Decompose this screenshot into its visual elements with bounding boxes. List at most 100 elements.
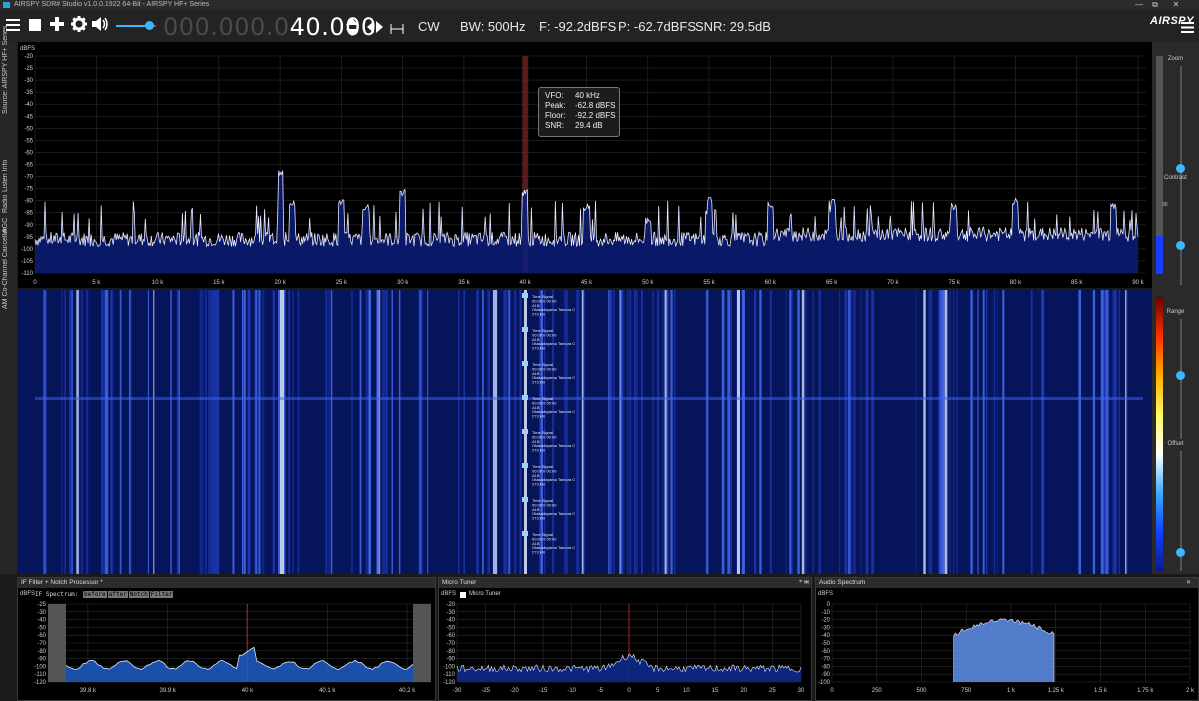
waterfall-line [487,290,491,574]
waterfall-line [928,290,931,574]
if-filter-panel-title: IF Filter + Notch Processor * [18,578,435,588]
offset-slider[interactable] [1176,451,1185,571]
close-audio-panel-icon[interactable]: ✕ [1186,579,1191,586]
y-tick-label: -25 [37,602,46,608]
tab-source[interactable]: Source: AIRSPY HF+ Series [2,26,15,114]
gear-icon[interactable] [69,16,89,36]
hamburger-icon[interactable] [1181,20,1194,38]
y-tick-label: -45 [24,114,33,120]
if-unit-label: dBFS [20,591,36,597]
waterfall-line [801,290,805,574]
micro-tuner-panel-title: Micro Tuner [439,578,811,588]
tab-am-co-channel-canceller[interactable]: AM Co-Channel Canceller [2,228,15,309]
waterfall-line [626,290,629,574]
y-tick-label: -75 [24,187,33,193]
x-tick-label: -20 [510,688,519,694]
minimize-button[interactable]: — [1131,0,1147,10]
x-tick-label: -10 [567,688,576,694]
y-tick-label: -50 [24,126,33,132]
x-tick-label: 10 [683,688,690,694]
waterfall-line [153,290,155,574]
range-label: Range [1166,309,1185,315]
waterfall-line [386,290,388,574]
tab-listen-info[interactable]: Listen Info [2,159,15,193]
waterfall-line [391,290,393,574]
signal-marker-icon [522,293,528,298]
mode-selector[interactable]: CW [418,19,440,34]
speaker-icon[interactable] [91,16,111,36]
waterfall-line [753,290,757,574]
floor-readout: F: -92.2dBFS [539,19,617,34]
chip-before[interactable]: before [82,591,107,598]
x-tick-label: 2 k [1186,688,1195,694]
waterfall-line [662,290,664,574]
waterfall-line [330,290,333,574]
range-slider[interactable] [1176,319,1185,439]
y-tick-label: -90 [37,657,46,663]
waterfall-line [199,290,202,574]
waterfall-line [359,290,362,574]
close-micro-panel-icon[interactable]: ✕ [803,579,808,586]
y-tick-label: -100 [34,664,47,670]
chip-after[interactable]: after [107,591,128,598]
tab-radio[interactable]: Radio [2,195,15,213]
spectrum-display[interactable]: dBFS -20 -25 -30 -35 -40 -45 -50 -55 -60 -65 -70 -75… [18,42,1152,288]
waterfall-line [272,290,276,574]
volume-slider[interactable] [116,21,156,30]
tune-leftright-icon[interactable] [366,20,384,39]
stop-button[interactable] [25,16,45,36]
pin-icon[interactable]: ⌖ [799,579,802,586]
waterfall-line [1030,290,1033,574]
span-icon[interactable] [390,21,404,39]
y-tick-label: -100 [818,680,831,686]
close-button[interactable]: ✕ [1168,0,1184,10]
maximize-button[interactable]: ⧉ [1147,0,1163,10]
x-tick-label: 25 k [336,280,348,286]
waterfall-line [1105,290,1109,574]
offset-label: Offset [1167,441,1184,447]
peak-readout: P: -62.7dBFS [618,19,697,34]
waterfall-line [849,290,852,574]
y-tick-label: -80 [446,649,455,655]
waterfall-line [297,290,300,574]
waterfall-line [232,290,235,574]
frequency-leading-digits[interactable]: 000.000.0 [163,13,290,41]
waterfall-line [78,290,80,574]
waterfall-line [216,290,220,574]
chip-filter[interactable]: Filter [149,591,174,598]
micro-tuner-checkbox[interactable] [460,592,466,598]
y-tick-label: -90 [24,223,33,229]
tune-updown-icon[interactable] [345,17,359,42]
x-tick-label: 30 k [397,280,409,286]
waterfall-line [1092,290,1096,574]
waterfall-line [76,290,79,574]
x-tick-label: 80 k [1010,280,1022,286]
if-spectrum-toolbar: IF Spectrum: before after Notch Filter [35,591,174,598]
y-tick-label: -50 [821,641,830,647]
waterfall-line [956,290,958,574]
toolbar: 000.000.040.000 CW BW: 500Hz F: -92.2dBF… [0,10,1199,42]
waterfall-line [633,290,636,574]
x-tick-label: 65 k [826,280,838,286]
add-button[interactable] [47,16,67,36]
waterfall-line [242,290,244,574]
signal-label: 273 km [532,516,546,521]
waterfall-line [657,290,660,574]
waterfall-display[interactable]: Time Signal 00:00:0 00:00 A1B Otakadoyama T… [18,290,1152,574]
waterfall-line [839,290,841,574]
signal-label: 273 km [532,482,546,487]
x-tick-label: -15 [539,688,548,694]
y-tick-label: -20 [821,618,830,624]
y-tick-label: -40 [24,102,33,108]
signal-marker-icon [522,429,528,434]
frequency-active-digits[interactable]: 40.000 [290,13,377,41]
chip-notch[interactable]: Notch [128,591,149,598]
waterfall-line [797,290,800,574]
waterfall-line [668,290,670,574]
waterfall-line [128,290,131,574]
contrast-slider[interactable] [1176,185,1185,285]
audio-unit-label: dBFS [818,591,834,597]
signal-marker-icon [522,395,528,400]
y-tick-label: -30 [24,78,33,84]
y-tick-label: -105 [21,259,34,265]
